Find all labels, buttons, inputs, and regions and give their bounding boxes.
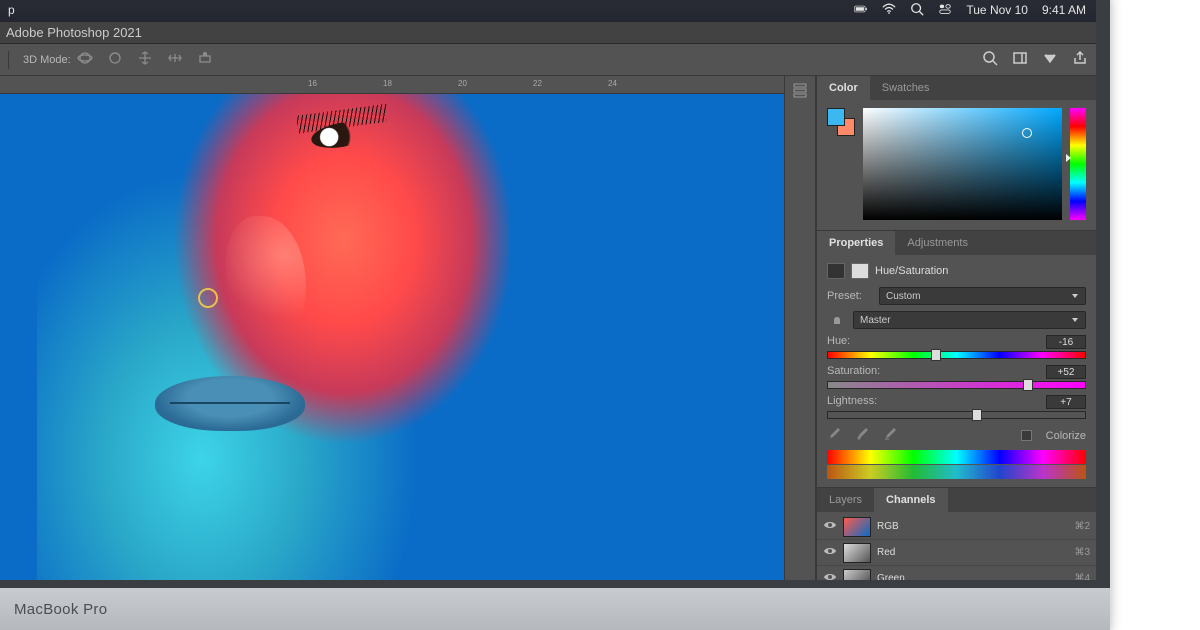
tab-adjustments[interactable]: Adjustments: [895, 231, 980, 255]
saturation-thumb[interactable]: [1023, 379, 1033, 391]
3d-orbit-icon[interactable]: [77, 50, 93, 69]
eyedropper-add-icon[interactable]: [855, 427, 869, 444]
channel-thumb: [843, 543, 871, 563]
visibility-icon[interactable]: [823, 520, 837, 533]
color-picker-cursor: [1022, 128, 1032, 138]
hue-value[interactable]: -16: [1046, 335, 1086, 349]
3d-slide-icon[interactable]: [167, 50, 183, 69]
channel-row[interactable]: RGB ⌘2: [817, 514, 1096, 540]
saturation-slider[interactable]: [827, 381, 1086, 389]
lightness-thumb[interactable]: [972, 409, 982, 421]
channel-row[interactable]: Green ⌘4: [817, 566, 1096, 580]
saturation-value[interactable]: +52: [1046, 365, 1086, 379]
share-icon[interactable]: [1072, 50, 1088, 69]
menubar-time[interactable]: 9:41 AM: [1042, 3, 1086, 17]
channel-row[interactable]: Red ⌘3: [817, 540, 1096, 566]
spotlight-icon[interactable]: [910, 2, 924, 19]
options-divider: [8, 51, 9, 69]
channel-thumb: [843, 517, 871, 537]
tab-properties[interactable]: Properties: [817, 231, 895, 255]
tab-layers[interactable]: Layers: [817, 488, 874, 512]
document-canvas[interactable]: [0, 94, 784, 580]
control-center-icon[interactable]: [938, 2, 952, 19]
workspace-icon[interactable]: [1012, 50, 1028, 69]
canvas-area: 16 18 20 22 24: [0, 76, 784, 580]
hue-label: Hue:: [827, 335, 850, 349]
3d-roll-icon[interactable]: [107, 50, 123, 69]
channels-panel: Layers Channels RGB ⌘2: [817, 488, 1096, 580]
saturation-label: Saturation:: [827, 365, 880, 379]
screen: p Tue Nov 10 9:41 AM Adobe Photoshop 202…: [0, 0, 1096, 580]
menubar-date[interactable]: Tue Nov 10: [966, 3, 1028, 17]
battery-icon[interactable]: [854, 2, 868, 19]
tab-color[interactable]: Color: [817, 76, 870, 100]
ruler-horizontal[interactable]: 16 18 20 22 24: [0, 76, 784, 94]
visibility-icon[interactable]: [823, 572, 837, 580]
properties-panel: Properties Adjustments Hue/Saturation Pr…: [817, 231, 1096, 488]
hue-slider[interactable]: [827, 351, 1086, 359]
app-menu-trunc[interactable]: p: [8, 3, 15, 17]
mask-thumb-icon[interactable]: [851, 263, 869, 279]
channel-thumb: [843, 569, 871, 581]
eyedropper-subtract-icon[interactable]: [883, 427, 897, 444]
fg-color[interactable]: [827, 108, 845, 126]
workspace-chevron-icon[interactable]: [1042, 50, 1058, 69]
mac-menubar: p Tue Nov 10 9:41 AM: [0, 0, 1096, 22]
laptop-frame: p Tue Nov 10 9:41 AM Adobe Photoshop 202…: [0, 0, 1110, 630]
app-titlebar: Adobe Photoshop 2021: [0, 22, 1096, 44]
visibility-icon[interactable]: [823, 546, 837, 559]
preset-select[interactable]: Custom: [879, 287, 1086, 305]
hue-thumb[interactable]: [931, 349, 941, 361]
color-field[interactable]: [863, 108, 1062, 220]
history-icon[interactable]: [791, 82, 809, 105]
laptop-chin: MacBook Pro: [0, 588, 1110, 630]
app-title: Adobe Photoshop 2021: [6, 25, 142, 40]
color-range-select[interactable]: Master: [853, 311, 1086, 329]
laptop-model-label: MacBook Pro: [14, 601, 107, 618]
collapsed-panel-dock: [784, 76, 816, 580]
wifi-icon[interactable]: [882, 2, 896, 19]
tab-channels[interactable]: Channels: [874, 488, 948, 512]
photo-content: [0, 94, 784, 580]
targeted-adjust-icon[interactable]: [827, 313, 847, 327]
colorize-checkbox[interactable]: [1021, 430, 1032, 441]
output-color-ramp: [827, 465, 1086, 479]
options-bar: 3D Mode:: [0, 44, 1096, 76]
hue-strip[interactable]: [1070, 108, 1086, 220]
hue-marker: [1066, 154, 1071, 162]
input-color-ramp: [827, 450, 1086, 464]
fg-bg-swatch[interactable]: [827, 108, 855, 136]
color-panel: Color Swatches: [817, 76, 1096, 231]
lightness-value[interactable]: +7: [1046, 395, 1086, 409]
search-icon[interactable]: [982, 50, 998, 69]
lightness-label: Lightness:: [827, 395, 877, 409]
tab-swatches[interactable]: Swatches: [870, 76, 942, 100]
3d-mode-label: 3D Mode:: [23, 54, 71, 66]
3d-pan-icon[interactable]: [137, 50, 153, 69]
preset-label: Preset:: [827, 290, 873, 302]
eyedropper-icon[interactable]: [827, 427, 841, 444]
panels-column: Color Swatches: [816, 76, 1096, 580]
colorize-label: Colorize: [1046, 430, 1086, 442]
lightness-slider[interactable]: [827, 411, 1086, 419]
adjustment-title: Hue/Saturation: [875, 265, 948, 277]
adjustment-icon: [827, 263, 845, 279]
3d-scale-icon[interactable]: [197, 50, 213, 69]
